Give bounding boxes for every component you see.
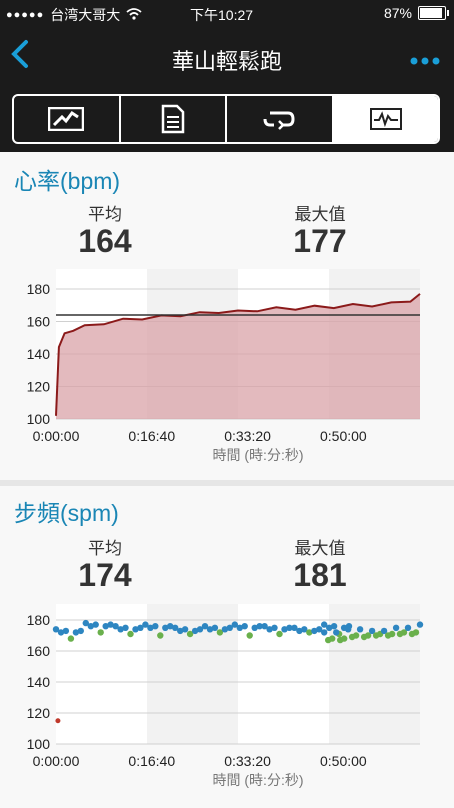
tab-bar bbox=[0, 90, 454, 152]
cad-max-label: 最大值 bbox=[294, 539, 346, 558]
cad-point bbox=[404, 624, 412, 631]
hr-max-value: 177 bbox=[293, 223, 347, 259]
heart-rate-chart: 100 120 140 160 180 0:00:00 0:16:40 0:33:20 0:50… bbox=[27, 269, 421, 463]
cad-point bbox=[329, 635, 336, 642]
cad-x-tick-label: 0:00:00 bbox=[33, 753, 80, 769]
cad-x-tick-label: 0:16:40 bbox=[128, 753, 175, 769]
cad-point bbox=[416, 621, 424, 628]
cad-point bbox=[62, 627, 70, 635]
hr-y-tick-label: 120 bbox=[27, 379, 51, 395]
cad-point bbox=[211, 624, 219, 631]
battery-icon bbox=[418, 6, 449, 20]
tab-laps[interactable] bbox=[227, 96, 334, 142]
cad-point bbox=[97, 629, 104, 636]
cad-point bbox=[122, 624, 129, 631]
hr-x-tick-label: 0:33:20 bbox=[224, 428, 271, 444]
heart-rate-section: 心率(bpm) 平均 164 最大值 177 100 120 140 160 180 0:… bbox=[0, 152, 454, 480]
cad-y-tick-label: 160 bbox=[27, 643, 51, 659]
cad-outlier-point bbox=[55, 718, 61, 724]
hr-avg-value: 164 bbox=[78, 223, 132, 259]
cad-point bbox=[92, 621, 99, 628]
map-icon bbox=[48, 107, 85, 131]
hr-y-tick-label: 140 bbox=[27, 346, 51, 362]
chart-icon bbox=[369, 108, 402, 130]
cad-point bbox=[271, 624, 278, 631]
cad-point bbox=[276, 630, 283, 638]
tab-map[interactable] bbox=[14, 96, 121, 142]
wifi-icon bbox=[126, 7, 142, 23]
battery-percent: 87% bbox=[383, 5, 412, 21]
cad-point bbox=[333, 629, 340, 636]
cadence-section: 步頻(spm) 平均 174 最大值 181 100 120 140 160 180 0:… bbox=[0, 486, 454, 808]
cad-point bbox=[392, 624, 400, 631]
cad-point bbox=[341, 635, 348, 642]
cad-point bbox=[412, 629, 420, 636]
carrier-label: 台湾大哥大 bbox=[50, 7, 121, 23]
cad-point bbox=[67, 635, 75, 642]
tab-summary[interactable] bbox=[121, 96, 227, 142]
cad-y-tick-label: 180 bbox=[27, 612, 51, 628]
cad-point bbox=[246, 632, 253, 639]
cad-y-tick-label: 100 bbox=[27, 736, 51, 752]
repeat-icon bbox=[263, 111, 295, 130]
cad-avg-label: 平均 bbox=[88, 539, 122, 558]
hr-y-tick-label: 160 bbox=[27, 314, 51, 330]
cad-title: 步頻(spm) bbox=[14, 500, 119, 526]
hr-y-tick-label: 180 bbox=[27, 281, 51, 297]
cad-point bbox=[388, 630, 396, 638]
hr-y-tick-label: 100 bbox=[27, 411, 51, 427]
nav-bar: 華山輕鬆跑 bbox=[0, 28, 454, 90]
cad-point bbox=[356, 626, 364, 633]
cad-x-tick-label: 0:50:00 bbox=[320, 753, 367, 769]
cad-y-tick-label: 120 bbox=[27, 705, 51, 721]
cad-point bbox=[127, 630, 134, 638]
hr-title: 心率(bpm) bbox=[14, 168, 121, 194]
cad-max-value: 181 bbox=[293, 557, 347, 593]
hr-avg-label: 平均 bbox=[88, 205, 122, 224]
hr-x-tick-label: 0:50:00 bbox=[320, 428, 367, 444]
cad-point bbox=[152, 623, 159, 630]
cad-point bbox=[345, 626, 352, 633]
cad-point bbox=[181, 626, 189, 633]
cad-point bbox=[157, 632, 164, 639]
hr-x-tick-label: 0:16:40 bbox=[128, 428, 175, 444]
more-icon[interactable] bbox=[410, 46, 440, 66]
status-time: 下午10:27 bbox=[190, 7, 254, 23]
cad-plot-band bbox=[147, 604, 238, 744]
cad-x-tick-label: 0:33:20 bbox=[224, 753, 271, 769]
cad-point bbox=[241, 623, 248, 630]
cad-plot-band bbox=[238, 604, 329, 744]
cad-plot-band bbox=[56, 604, 147, 744]
tab-charts[interactable] bbox=[333, 96, 438, 142]
cad-x-axis-label: 時間 (時:分:秒) bbox=[213, 772, 304, 788]
document-icon bbox=[161, 104, 184, 134]
cad-point bbox=[321, 629, 328, 636]
cad-point bbox=[330, 623, 338, 630]
hr-x-tick-label: 0:00:00 bbox=[33, 428, 80, 444]
status-bar: ●●●●● 台湾大哥大 下午10:27 87% bbox=[0, 0, 454, 28]
hr-x-axis-label: 時間 (時:分:秒) bbox=[213, 447, 304, 463]
hr-max-label: 最大值 bbox=[294, 205, 346, 224]
cad-y-tick-label: 140 bbox=[27, 674, 51, 690]
cad-point bbox=[77, 627, 85, 635]
page-title: 華山輕鬆跑 bbox=[171, 49, 282, 74]
cad-point bbox=[352, 632, 360, 639]
cadence-chart: 100 120 140 160 180 0:00:00 0:16:40 0:33:20 0:50… bbox=[27, 604, 424, 788]
signal-icon: ●●●●● bbox=[6, 9, 45, 21]
cad-avg-value: 174 bbox=[78, 557, 132, 593]
